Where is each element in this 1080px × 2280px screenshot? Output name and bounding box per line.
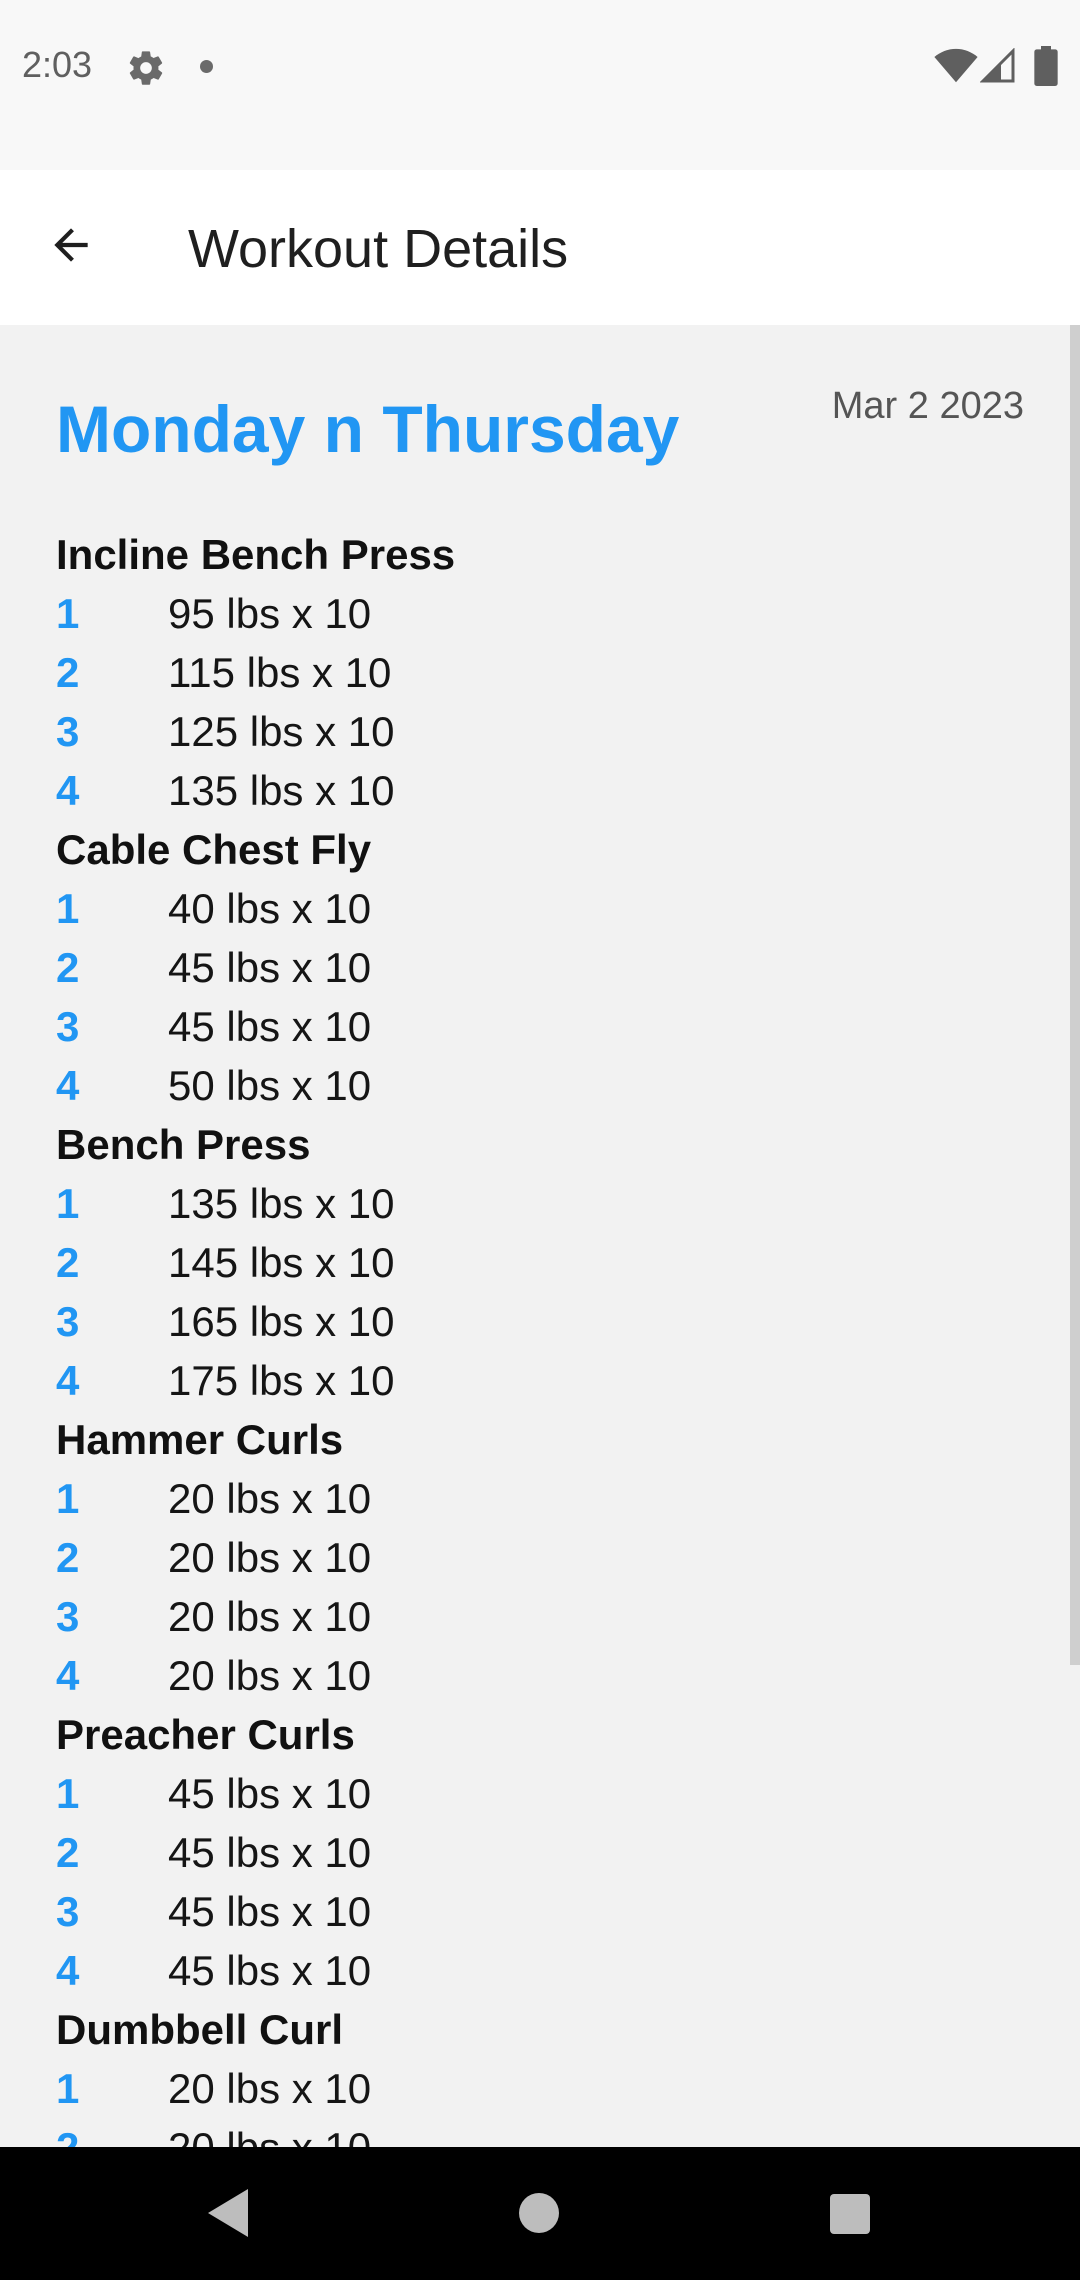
cell-signal-icon [980, 48, 1015, 83]
set-row: 4 20 lbs x 10 [56, 1646, 1016, 1705]
workout-name: Monday n Thursday [56, 392, 680, 466]
set-number: 2 [56, 2118, 168, 2147]
set-number: 4 [56, 1357, 80, 1404]
set-weight-reps: 45 lbs x 10 [168, 1770, 372, 1817]
set-row: 1 45 lbs x 10 [56, 1764, 1016, 1823]
set-number: 2 [56, 1829, 80, 1876]
set-weight-reps: 45 lbs x 10 [168, 1829, 372, 1876]
set-row: 3 45 lbs x 10 [56, 1882, 1016, 1941]
set-weight-reps: 135 lbs x 10 [168, 767, 395, 814]
set-number: 2 [56, 944, 80, 991]
set-number: 4 [56, 767, 80, 814]
set-weight-reps: 20 lbs x 10 [168, 1652, 372, 1699]
set-row: 3 45 lbs x 10 [56, 997, 1016, 1056]
set-weight-reps: 175 lbs x 10 [168, 1357, 395, 1404]
exercise-name: Incline Bench Press [56, 531, 456, 578]
page-title: Workout Details [188, 219, 569, 279]
set-number: 2 [56, 1239, 80, 1286]
set-number: 3 [56, 1298, 80, 1345]
set-number: 1 [56, 885, 80, 932]
arrow-back-icon [54, 228, 88, 262]
set-row: 1 20 lbs x 10 [56, 1469, 1016, 1528]
set-number: 1 [56, 1475, 80, 1522]
set-weight-reps: 40 lbs x 10 [168, 885, 372, 932]
set-number: 1 [56, 590, 80, 637]
set-weight-reps: 20 lbs x 10 [168, 1475, 372, 1522]
set-row: 3 20 lbs x 10 [56, 1587, 1016, 1646]
set-weight-reps: 165 lbs x 10 [168, 1298, 395, 1345]
set-row: 2 20 lbs x 10 [56, 1528, 1016, 1587]
set-row: 1 40 lbs x 10 [56, 879, 1016, 938]
set-weight-reps: 20 lbs x 10 [168, 1593, 372, 1640]
navigation-bar [0, 2147, 1080, 2280]
set-number: 3 [56, 1593, 80, 1640]
set-weight-reps: 125 lbs x 10 [168, 708, 395, 755]
nav-home-icon[interactable] [519, 2193, 559, 2233]
exercise-name: Bench Press [56, 1121, 311, 1168]
set-weight-reps: 20 lbs x 10 [168, 2118, 371, 2147]
set-row: 3 165 lbs x 10 [56, 1292, 1016, 1351]
set-weight-reps: 20 lbs x 10 [168, 1534, 372, 1581]
set-row: 4 45 lbs x 10 [56, 1941, 1016, 2000]
exercise-name: Dumbbell Curl [56, 2006, 344, 2053]
set-weight-reps: 135 lbs x 10 [168, 1180, 395, 1227]
exercise-list: Incline Bench Press 1 95 lbs x 10 2 115 lbs … [56, 525, 1016, 2147]
status-time: 2:03 [22, 44, 93, 85]
set-number: 2 [56, 649, 80, 696]
set-row: 1 95 lbs x 10 [56, 584, 1016, 643]
set-row: 4 175 lbs x 10 [56, 1351, 1016, 1410]
set-weight-reps: 20 lbs x 10 [168, 2065, 372, 2112]
wifi-icon [934, 48, 978, 83]
set-number: 3 [56, 1003, 80, 1050]
battery-icon [1034, 46, 1058, 86]
set-weight-reps: 145 lbs x 10 [168, 1239, 395, 1286]
set-number: 4 [56, 1947, 80, 1994]
set-row: 4 50 lbs x 10 [56, 1056, 1016, 1115]
set-number: 3 [56, 708, 80, 755]
set-number: 1 [56, 1770, 80, 1817]
workout-details-content[interactable]: Monday n Thursday Mar 2 2023 Incline Ben… [0, 325, 1080, 2147]
gear-icon [129, 51, 163, 85]
set-row: 1 20 lbs x 10 [56, 2059, 1016, 2118]
exercise-name: Cable Chest Fly [56, 826, 372, 873]
app-bar: Workout Details [0, 170, 1080, 325]
set-row: 2 45 lbs x 10 [56, 938, 1016, 997]
nav-back-icon[interactable] [204, 2187, 252, 2239]
set-row: 2 145 lbs x 10 [56, 1233, 1016, 1292]
set-number: 3 [56, 1888, 80, 1935]
back-button[interactable] [36, 210, 106, 280]
scrollbar[interactable] [1070, 325, 1080, 1665]
set-weight-reps: 45 lbs x 10 [168, 1947, 372, 1994]
set-weight-reps: 45 lbs x 10 [168, 1888, 372, 1935]
set-row: 2 115 lbs x 10 [56, 643, 1016, 702]
status-bar: 2:03 [0, 0, 1080, 170]
set-weight-reps: 45 lbs x 10 [168, 944, 372, 991]
set-number: 2 [56, 1534, 80, 1581]
notification-dot-icon [200, 60, 213, 73]
workout-date: Mar 2 2023 [831, 385, 1024, 427]
set-number: 4 [56, 1062, 80, 1109]
set-weight-reps: 50 lbs x 10 [168, 1062, 372, 1109]
set-number: 1 [56, 2065, 80, 2112]
set-row: 3 125 lbs x 10 [56, 702, 1016, 761]
nav-recents-icon[interactable] [830, 2194, 870, 2234]
set-weight-reps: 95 lbs x 10 [168, 590, 372, 637]
set-row: 2 45 lbs x 10 [56, 1823, 1016, 1882]
exercise-name: Hammer Curls [56, 1416, 344, 1463]
set-weight-reps: 115 lbs x 10 [168, 649, 392, 696]
set-weight-reps: 45 lbs x 10 [168, 1003, 372, 1050]
set-row: 1 135 lbs x 10 [56, 1174, 1016, 1233]
set-number: 1 [56, 1180, 80, 1227]
set-row: 220 lbs x 10 [56, 2118, 1016, 2147]
exercise-name: Preacher Curls [56, 1711, 355, 1758]
set-number: 4 [56, 1652, 80, 1699]
set-row: 4 135 lbs x 10 [56, 761, 1016, 820]
